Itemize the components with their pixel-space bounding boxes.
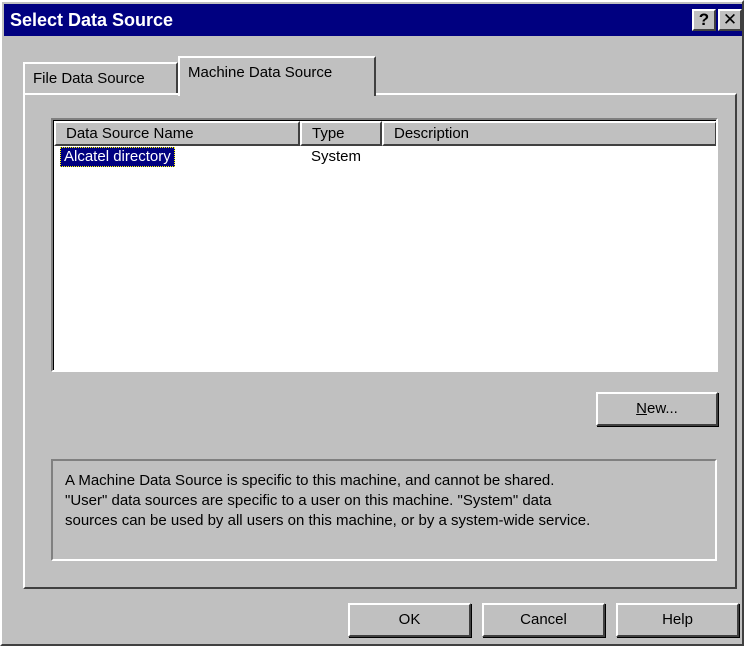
tab-machine-data-source[interactable]: Machine Data Source (178, 56, 376, 96)
new-button-mnemonic: N (636, 400, 647, 417)
help-icon[interactable]: ? (692, 9, 716, 31)
cancel-button[interactable]: Cancel (482, 603, 605, 637)
column-header-description[interactable]: Description (382, 121, 716, 146)
list-header: Data Source Name Type Description (54, 121, 716, 146)
list-item-name[interactable]: Alcatel directory (60, 147, 175, 167)
new-button[interactable]: New... (596, 392, 718, 426)
title-bar: Select Data Source ? ✕ (4, 4, 742, 36)
description-box: A Machine Data Source is specific to thi… (51, 459, 717, 561)
list-item-type: System (311, 148, 362, 165)
data-source-list[interactable]: Data Source Name Type Description Alcate… (51, 118, 718, 372)
ok-button[interactable]: OK (348, 603, 471, 637)
description-line: "User" data sources are specific to a us… (65, 492, 552, 509)
description-line: A Machine Data Source is specific to thi… (65, 472, 555, 489)
tab-file-data-source[interactable]: File Data Source (23, 62, 178, 94)
description-line: sources can be used by all users on this… (65, 512, 591, 529)
select-data-source-dialog: Select Data Source ? ✕ File Data Source … (0, 0, 744, 646)
window-title: Select Data Source (10, 10, 174, 30)
close-icon[interactable]: ✕ (718, 9, 742, 31)
help-button[interactable]: Help (616, 603, 739, 637)
column-header-name[interactable]: Data Source Name (54, 121, 300, 146)
list-item[interactable]: Alcatel directory System (54, 147, 714, 167)
column-header-type[interactable]: Type (300, 121, 382, 146)
new-button-label: ew... (646, 400, 678, 417)
